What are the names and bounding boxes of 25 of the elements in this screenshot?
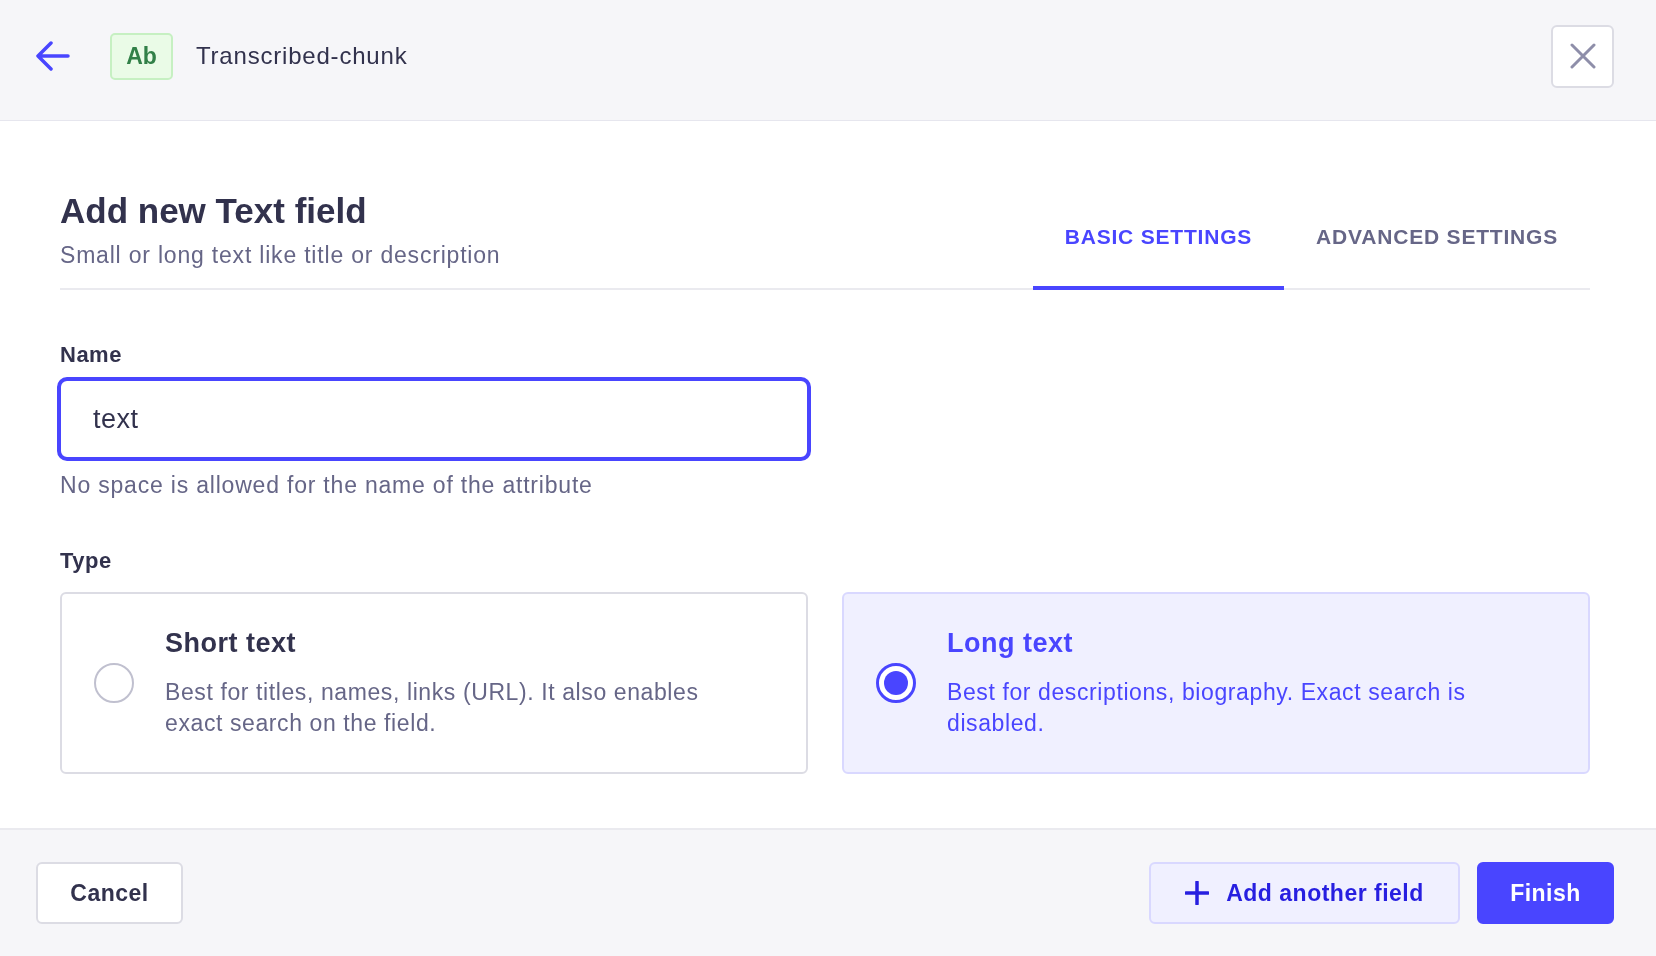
settings-tab[interactable]: BASIC SETTINGS: [1032, 210, 1285, 290]
close-icon: [1569, 43, 1596, 69]
finish-button[interactable]: Finish: [1477, 862, 1614, 924]
option-title: Short text: [165, 627, 296, 659]
radio-empty-icon[interactable]: [94, 663, 134, 703]
back-arrow-icon[interactable]: [36, 41, 70, 71]
option-title: Long text: [947, 627, 1073, 659]
name-hint: No space is allowed for the name of the attribute: [60, 471, 593, 500]
close-button[interactable]: [1551, 24, 1614, 88]
collection-title: Transcribed-chunk: [196, 41, 408, 71]
type-label: Type: [60, 548, 112, 574]
form-title: Add new Text field: [60, 190, 367, 232]
option-description: Best for titles, names, links (URL). It also enables exact search on the field.: [165, 678, 700, 738]
type-option-card[interactable]: Short text Best for titles, names, links (URL). It also enables exact search on the field.: [60, 592, 808, 774]
add-field-button[interactable]: Add another field: [1149, 862, 1460, 924]
type-badge: Ab: [110, 32, 173, 80]
option-description: Best for descriptions, biography. Exact search is disabled.: [947, 678, 1467, 738]
cancel-button[interactable]: Cancel: [36, 862, 183, 924]
form-subtitle: Small or long text like title or description: [60, 241, 501, 270]
name-label: Name: [60, 342, 122, 368]
settings-tab[interactable]: ADVANCED SETTINGS: [1284, 210, 1590, 290]
name-input[interactable]: text: [57, 377, 811, 461]
type-option-card[interactable]: Long text Best for descriptions, biography. Exact search is disabled.: [842, 592, 1590, 774]
plus-icon: [1185, 881, 1210, 905]
radio-selected-icon[interactable]: [876, 663, 916, 703]
